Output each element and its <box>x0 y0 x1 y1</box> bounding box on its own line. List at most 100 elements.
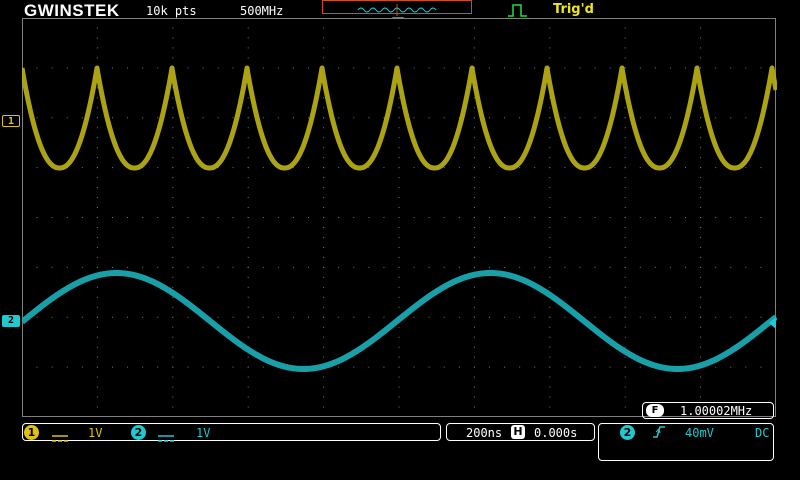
graticule-dot <box>398 276 400 278</box>
graticule-dot <box>81 67 83 69</box>
graticule-dot <box>700 47 702 49</box>
graticule-dot <box>549 276 551 278</box>
graticule-dot <box>323 336 325 338</box>
graticule-dot <box>594 67 596 69</box>
graticule-dot <box>96 217 98 218</box>
graticule-dot <box>624 157 626 159</box>
graticule-dot <box>473 57 475 59</box>
graticule-dot <box>96 256 98 258</box>
graticule-dot <box>549 256 551 258</box>
graticule-dot <box>51 266 53 268</box>
graticule-dot <box>549 197 551 199</box>
graticule-dot <box>745 366 747 368</box>
graticule-dot <box>247 386 249 388</box>
graticule-dot <box>624 326 626 328</box>
graticule-dot <box>172 197 174 199</box>
graticule-dot <box>549 157 551 159</box>
graticule-dot <box>534 266 536 268</box>
ch2-badge[interactable]: 2 <box>131 425 146 440</box>
graticule-dot <box>323 296 325 298</box>
graticule-dot <box>639 67 641 69</box>
graticule-dot <box>745 217 747 218</box>
graticule-dot <box>443 67 445 69</box>
graticule-dot <box>398 217 400 218</box>
graticule-dot <box>549 127 551 129</box>
graticule-dot <box>700 197 702 199</box>
graticule-dot <box>473 167 475 169</box>
graticule-dot <box>202 366 204 368</box>
graticule-dot <box>323 406 325 408</box>
graticule-dot <box>96 346 98 348</box>
graticule-dot <box>323 217 325 218</box>
graticule-dot <box>715 366 717 368</box>
graticule-dot <box>700 286 702 288</box>
graticule-dot <box>458 316 460 318</box>
graticule-dot <box>338 266 340 268</box>
ch1-badge[interactable]: 1 <box>24 425 39 440</box>
graticule-dot <box>217 217 219 218</box>
memory-bar[interactable] <box>322 0 472 16</box>
graticule-dot <box>36 67 38 69</box>
graticule-dot <box>624 286 626 288</box>
graticule-dot <box>308 217 310 218</box>
graticule-dot <box>247 127 249 129</box>
graticule-dot <box>624 376 626 378</box>
graticule-dot <box>730 266 732 268</box>
graticule-dot <box>564 217 566 218</box>
graticule-dot <box>473 246 475 248</box>
graticule-dot <box>700 117 702 119</box>
graticule-dot <box>172 187 174 189</box>
graticule-dot <box>685 266 687 268</box>
graticule-dot <box>428 217 430 218</box>
graticule-dot <box>172 167 174 169</box>
graticule-dot <box>157 117 159 119</box>
graticule-dot <box>624 127 626 129</box>
ch1-level-marker[interactable]: 1 <box>2 115 20 127</box>
graticule-dot <box>639 366 641 368</box>
graticule-dot <box>36 167 38 169</box>
graticule-dot <box>172 177 174 179</box>
graticule-dot <box>549 167 551 169</box>
graticule-dot <box>398 187 400 189</box>
graticule-dot <box>247 177 249 179</box>
graticule-dot <box>172 306 174 308</box>
graticule-dot <box>217 266 219 268</box>
graticule-dot <box>398 376 400 378</box>
graticule-dot <box>549 286 551 288</box>
graticule-dot <box>488 366 490 368</box>
graticule-dot <box>624 217 626 218</box>
graticule-dot <box>685 167 687 169</box>
ch2-level-marker[interactable]: 2 <box>2 315 20 327</box>
graticule-dot <box>96 366 98 368</box>
graticule-dot <box>458 167 460 169</box>
graticule-dot <box>353 266 355 268</box>
graticule-dot <box>398 256 400 258</box>
graticule-dot <box>96 336 98 338</box>
graticule-dot <box>232 366 234 368</box>
graticule-dot <box>262 117 264 119</box>
channel-status-bar[interactable] <box>22 423 441 441</box>
graticule-dot <box>323 97 325 99</box>
graticule-dot <box>338 217 340 218</box>
graticule-dot <box>308 316 310 318</box>
graticule-dot <box>549 246 551 248</box>
graticule-dot <box>96 137 98 139</box>
graticule-dot <box>262 266 264 268</box>
graticule-dot <box>594 366 596 368</box>
graticule-dot <box>292 117 294 119</box>
graticule-dot <box>323 27 325 29</box>
graticule-dot <box>247 296 249 298</box>
graticule-dot <box>458 217 460 218</box>
graticule-dot <box>564 167 566 169</box>
graticule-dot <box>247 18 249 19</box>
graticule-dot <box>172 366 174 368</box>
graticule-dot <box>700 187 702 189</box>
graticule-dot <box>96 197 98 199</box>
graticule-dot <box>473 356 475 358</box>
graticule-dot <box>66 117 68 119</box>
graticule-dot <box>473 137 475 139</box>
graticule-dot <box>338 117 340 119</box>
graticule-dot <box>187 167 189 169</box>
graticule-dot <box>715 167 717 169</box>
graticule-dot <box>730 217 732 218</box>
